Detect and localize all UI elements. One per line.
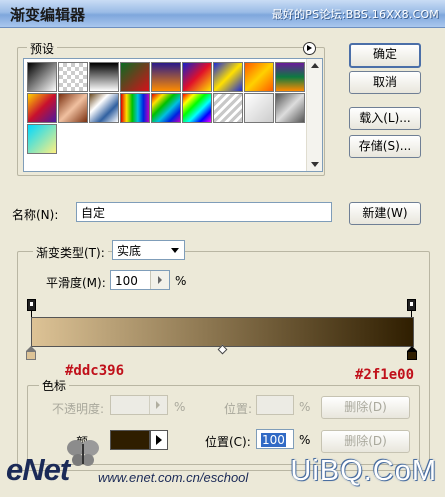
gradient-preview-bar[interactable] [31, 317, 414, 347]
preset-swatch-violet-orange[interactable] [151, 62, 181, 92]
opacity-location-input[interactable] [256, 395, 294, 415]
presets-menu-button[interactable] [303, 42, 316, 55]
scroll-up-arrow-icon[interactable] [311, 63, 319, 68]
end-color-annotation: #2f1e00 [355, 367, 415, 383]
start-color-annotation: #ddc396 [65, 363, 125, 379]
opacity-unit: % [174, 400, 186, 414]
butterfly-icon [66, 438, 100, 468]
preset-swatch-blue-red-yellow[interactable] [182, 62, 212, 92]
triangle-right-icon [156, 435, 162, 445]
color-menu-button[interactable] [150, 430, 168, 450]
color-location-label: 位置(C): [205, 435, 251, 449]
preset-swatch-spectrum[interactable] [120, 93, 150, 123]
gradient-type-select[interactable]: 实底 [112, 240, 185, 260]
new-button[interactable]: 新建(W) [349, 202, 421, 225]
save-button[interactable]: 存储(S)... [349, 135, 421, 158]
presets-list[interactable] [23, 58, 323, 172]
color-stop-left[interactable] [26, 346, 36, 361]
preset-swatch-neutral-density[interactable] [244, 93, 274, 123]
color-well[interactable] [110, 430, 150, 450]
preset-swatch-chrome[interactable] [89, 93, 119, 123]
preset-swatch-transparent[interactable] [58, 62, 88, 92]
opacity-stop-left[interactable] [27, 299, 36, 311]
preset-swatch-cyan-yellow[interactable] [27, 124, 57, 154]
color-location-value: 100 [261, 433, 286, 447]
title-bar: 渐变编辑器 最好的PS论坛:BBS.16XX8.COM [0, 0, 445, 28]
opacity-stop-right[interactable] [407, 299, 416, 311]
scroll-down-arrow-icon[interactable] [311, 162, 319, 167]
ok-button[interactable]: 确定 [349, 43, 421, 68]
load-button[interactable]: 载入(L)... [349, 107, 421, 130]
smoothness-value: 100 [115, 274, 138, 288]
preset-swatch-orange-yellow[interactable] [244, 62, 274, 92]
preset-swatch-black-white[interactable] [27, 62, 57, 92]
preset-swatch-blue-yellow-blue[interactable] [213, 62, 243, 92]
smoothness-input[interactable]: 100 [110, 270, 170, 290]
gradient-type-value: 实底 [117, 244, 142, 258]
uibq-logo: UiBQ.CoM [290, 455, 437, 487]
window-title: 渐变编辑器 [10, 6, 86, 24]
gradient-type-label: 渐变类型(T): [33, 244, 108, 261]
opacity-input[interactable] [110, 395, 168, 415]
name-label: 名称(N): [12, 208, 59, 222]
smoothness-label: 平滑度(M): [46, 276, 106, 290]
preset-swatch-black-white-2[interactable] [89, 62, 119, 92]
cancel-button[interactable]: 取消 [349, 71, 421, 94]
preset-swatch-transparent-rainbow[interactable] [182, 93, 212, 123]
delete-opacity-stop-button[interactable]: 删除(D) [321, 396, 410, 419]
color-location-input[interactable]: 100 [256, 429, 294, 449]
name-input[interactable]: 自定 [76, 202, 332, 222]
preset-swatch-foreground-transparent[interactable] [275, 93, 305, 123]
enet-url: www.enet.com.cn/eschool [98, 470, 249, 485]
color-location-unit: % [299, 433, 311, 447]
opacity-label: 不透明度: [52, 402, 105, 416]
preset-swatch-yellow-violet[interactable] [27, 93, 57, 123]
enet-logo: eNet [6, 452, 70, 488]
preset-swatch-spectrum-diag[interactable] [151, 93, 181, 123]
stops-legend: 色标 [39, 377, 70, 394]
stepper-arrow-icon[interactable] [150, 271, 169, 289]
presets-scrollbar[interactable] [306, 59, 322, 171]
delete-color-stop-button[interactable]: 删除(D) [321, 430, 410, 453]
opacity-location-unit: % [299, 400, 311, 414]
preset-swatch-red-green[interactable] [120, 62, 150, 92]
preset-swatch-transparent-stripes[interactable] [213, 93, 243, 123]
smoothness-unit: % [175, 274, 187, 288]
preset-swatch-copper[interactable] [58, 93, 88, 123]
circle-arrow-right-icon [307, 45, 312, 51]
title-watermark: 最好的PS论坛:BBS.16XX8.COM [271, 8, 439, 21]
opacity-location-label: 位置: [224, 402, 253, 416]
presets-label: 预设 [27, 40, 58, 57]
color-stop-right[interactable] [407, 346, 417, 361]
preset-swatch-violet-green-orange[interactable] [275, 62, 305, 92]
enet-logo-text: eNet [6, 452, 70, 487]
chevron-down-icon [171, 248, 179, 253]
